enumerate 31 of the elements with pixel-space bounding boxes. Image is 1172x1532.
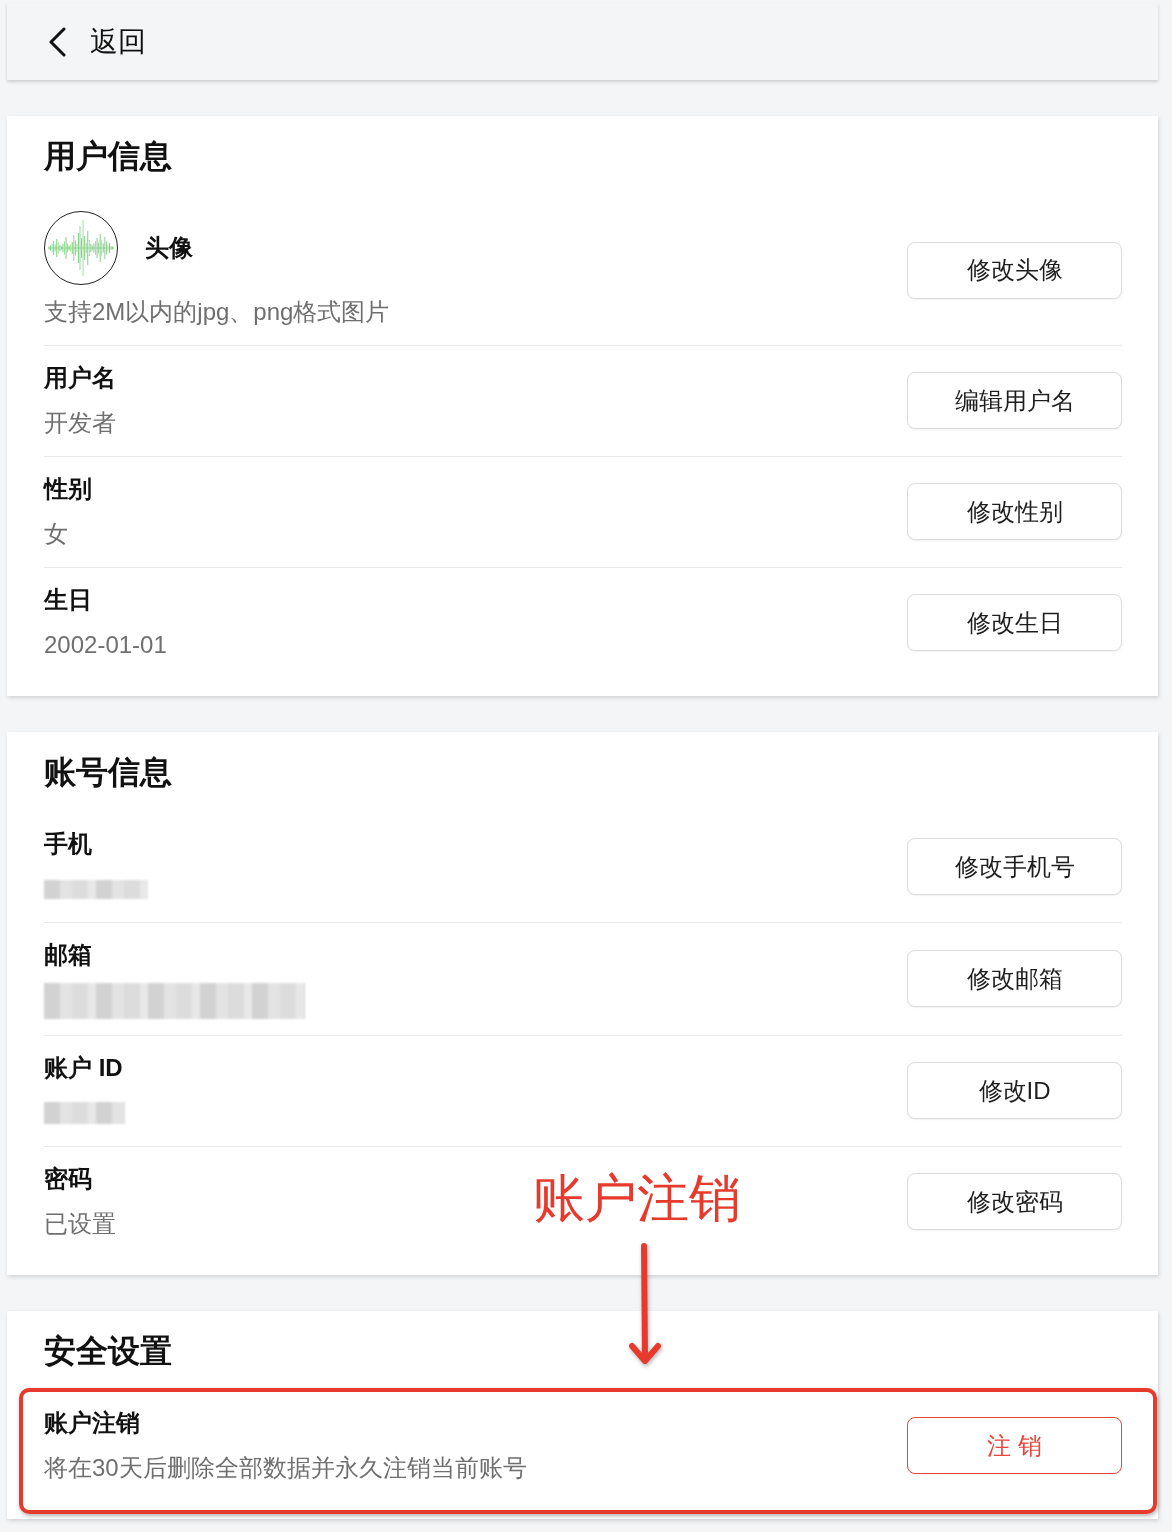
field-value: 将在30天后删除全部数据并永久注销当前账号 [44, 1453, 527, 1483]
field-label: 账户 ID [44, 1053, 123, 1083]
field-label: 账户注销 [44, 1408, 140, 1438]
field-label: 手机 [44, 829, 92, 859]
field-label: 性别 [44, 474, 92, 504]
edit-button[interactable]: 修改生日 [907, 594, 1122, 651]
section-title: 用户信息 [44, 137, 173, 176]
edit-button[interactable]: 修改ID [907, 1062, 1122, 1119]
back-button[interactable]: 返回 [48, 3, 146, 80]
chevron-left-icon [48, 26, 66, 57]
annotation-label: 账户注销 [533, 1168, 741, 1228]
field-label: 用户名 [44, 363, 116, 393]
section-title: 安全设置 [44, 1332, 173, 1371]
field-label: 密码 [44, 1164, 92, 1194]
avatar-label: 头像 [145, 233, 193, 263]
edit-button[interactable]: 修改头像 [907, 241, 1122, 299]
edit-button[interactable]: 修改密码 [907, 1173, 1122, 1230]
field-value: 女 [44, 519, 68, 549]
field-label: 生日 [44, 585, 92, 615]
field-value: 2002-01-01 [44, 630, 167, 660]
waveform-avatar-icon [44, 211, 118, 285]
section-title: 账号信息 [44, 753, 173, 792]
edit-button[interactable]: 编辑用户名 [907, 372, 1122, 429]
field-value: 已设置 [44, 1209, 116, 1239]
edit-button[interactable]: 修改性别 [907, 483, 1122, 540]
deactivate-button[interactable]: 注 销 [907, 1417, 1122, 1474]
field-label: 邮箱 [44, 940, 92, 970]
field-value: 开发者 [44, 408, 116, 438]
edit-button[interactable]: 修改手机号 [907, 838, 1122, 895]
edit-button[interactable]: 修改邮箱 [907, 950, 1122, 1007]
avatar-hint: 支持2M以内的jpg、png格式图片 [44, 297, 390, 327]
